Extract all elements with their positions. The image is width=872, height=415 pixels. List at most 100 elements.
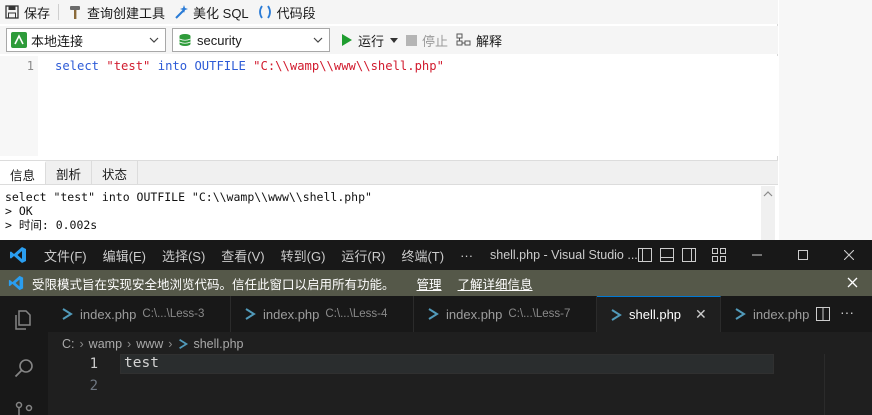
minimize-icon[interactable]	[734, 240, 780, 270]
tab-profile[interactable]: 剖析	[46, 161, 93, 185]
tab-status[interactable]: 状态	[92, 161, 139, 185]
token-keyword: OUTFILE	[194, 59, 246, 73]
navicat-query-window: 保存 查询创建工具 美化 SQL 代码段 本地连接 security 运行 停止…	[0, 0, 778, 240]
source-control-icon[interactable]	[12, 400, 36, 415]
database-select[interactable]: security	[172, 28, 330, 52]
vscode-window: 文件(F) 编辑(E) 选择(S) 查看(V) 转到(G) 运行(R) 终端(T…	[0, 240, 872, 415]
breadcrumb-item[interactable]: C:	[62, 337, 75, 351]
php-file-icon	[243, 307, 257, 321]
more-actions-icon[interactable]: ···	[840, 304, 854, 320]
database-value: security	[197, 32, 242, 48]
token-string: "C:\\wamp\\www\\shell.php"	[253, 59, 444, 73]
menu-run[interactable]: 运行(R)	[333, 240, 393, 270]
chevron-down-icon	[147, 33, 161, 47]
title-bar: 文件(F) 编辑(E) 选择(S) 查看(V) 转到(G) 运行(R) 终端(T…	[0, 240, 872, 270]
connection-icon	[11, 32, 27, 48]
toggle-sidebar-icon[interactable]	[638, 248, 652, 262]
maximize-icon[interactable]	[780, 240, 826, 270]
save-icon	[4, 4, 20, 20]
customize-layout-icon[interactable]	[712, 248, 726, 262]
current-line-highlight	[120, 354, 774, 374]
run-label: 运行	[358, 33, 385, 49]
close-tab-icon[interactable]: ✕	[695, 306, 707, 323]
sql-editor[interactable]: 1 select "test" into OUTFILE "C:\\wamp\\…	[0, 56, 778, 156]
close-banner-icon[interactable]	[847, 277, 858, 288]
magic-wand-icon	[173, 4, 189, 20]
editor-tabs: index.php C:\...\Less-3 index.php C:\...…	[48, 296, 872, 332]
menu-selection[interactable]: 选择(S)	[154, 240, 213, 270]
code-snippet-label: 代码段	[276, 5, 316, 21]
editor-tab[interactable]: index.php C:\...\Less-4	[231, 296, 414, 332]
breadcrumb-item[interactable]: wamp	[89, 337, 122, 351]
line-number: 1	[26, 59, 34, 73]
info-line: select "test" into OUTFILE "C:\\wamp\\ww…	[5, 190, 372, 204]
token-string: "test"	[106, 59, 151, 73]
vscode-shield-icon	[0, 275, 32, 291]
line-gutter: 1	[0, 56, 38, 156]
database-icon	[177, 32, 193, 48]
chevron-down-icon	[390, 37, 399, 43]
result-tabs: 信息 剖析 状态	[0, 160, 778, 185]
php-file-icon	[177, 338, 189, 350]
connection-value: 本地连接	[31, 33, 84, 49]
save-label: 保存	[24, 5, 51, 21]
tab-path: C:\...\Less-3	[142, 308, 205, 320]
info-scrollbar[interactable]	[761, 186, 775, 240]
tab-filename: index.php	[446, 306, 503, 322]
activity-bar	[0, 296, 48, 415]
play-icon	[340, 33, 354, 47]
hammer-icon	[67, 4, 83, 20]
editor-tab-active[interactable]: shell.php ✕	[597, 296, 721, 332]
vscode-logo-icon	[0, 246, 36, 264]
chevron-down-icon	[311, 33, 325, 47]
breadcrumb-item[interactable]: shell.php	[193, 337, 243, 351]
code-snippet-button[interactable]: 代码段	[253, 0, 320, 24]
tab-filename: index.php	[753, 306, 810, 322]
menu-file[interactable]: 文件(F)	[36, 240, 95, 270]
editor-scrollbar[interactable]	[824, 354, 872, 415]
save-button[interactable]: 保存	[0, 0, 54, 24]
menu-terminal[interactable]: 终端(T)	[393, 240, 452, 270]
menu-go[interactable]: 转到(G)	[273, 240, 334, 270]
banner-manage-link[interactable]: 管理	[417, 274, 442, 293]
banner-learn-more-link[interactable]: 了解详细信息	[458, 274, 533, 293]
restricted-mode-banner: 受限模式旨在实现安全地浏览代码。信任此窗口以启用所有功能。 管理 了解详细信息	[0, 270, 872, 296]
code-editor[interactable]: 1 test 2	[48, 354, 872, 415]
php-file-icon	[733, 307, 747, 321]
connection-select[interactable]: 本地连接	[6, 28, 166, 52]
menu-view[interactable]: 查看(V)	[213, 240, 272, 270]
chevron-right-icon: ›	[168, 337, 173, 351]
token-keyword: into	[157, 59, 188, 73]
split-editor-icon[interactable]	[816, 307, 830, 321]
parentheses-icon	[257, 4, 273, 20]
menu-edit[interactable]: 编辑(E)	[95, 240, 154, 270]
breadcrumb-item[interactable]: www	[136, 337, 163, 351]
info-line: > OK	[5, 204, 33, 218]
toggle-secondary-sidebar-icon[interactable]	[682, 248, 696, 262]
stop-button[interactable]: 停止	[402, 28, 452, 52]
breadcrumb: C: › wamp › www › shell.php	[62, 334, 244, 354]
tab-filename: shell.php	[629, 307, 682, 322]
menu-more[interactable]: ···	[452, 240, 481, 270]
editor-tab[interactable]: index.php C:\...\Less-7	[414, 296, 597, 332]
explain-icon	[456, 32, 472, 48]
explain-button[interactable]: 解释	[452, 28, 506, 52]
info-line: > 时间: 0.002s	[5, 218, 98, 232]
editor-tab[interactable]: index.php	[721, 296, 811, 332]
chevron-right-icon: ›	[127, 337, 132, 351]
php-file-icon	[426, 307, 440, 321]
line-number: 2	[89, 378, 98, 394]
run-button[interactable]: 运行	[336, 28, 402, 52]
sql-code-line: select "test" into OUTFILE "C:\\wamp\\ww…	[55, 59, 444, 73]
explorer-icon[interactable]	[12, 308, 36, 332]
close-window-icon[interactable]	[826, 240, 872, 270]
code-line: test	[124, 355, 159, 371]
search-icon[interactable]	[12, 356, 36, 380]
editor-tab[interactable]: index.php C:\...\Less-3	[48, 296, 231, 332]
tab-info[interactable]: 信息	[0, 161, 47, 185]
query-builder-button[interactable]: 查询创建工具	[63, 0, 169, 24]
toggle-panel-icon[interactable]	[660, 248, 674, 262]
info-panel: select "test" into OUTFILE "C:\\wamp\\ww…	[0, 184, 778, 240]
beautify-sql-button[interactable]: 美化 SQL	[169, 0, 253, 24]
stop-label: 停止	[422, 33, 449, 49]
